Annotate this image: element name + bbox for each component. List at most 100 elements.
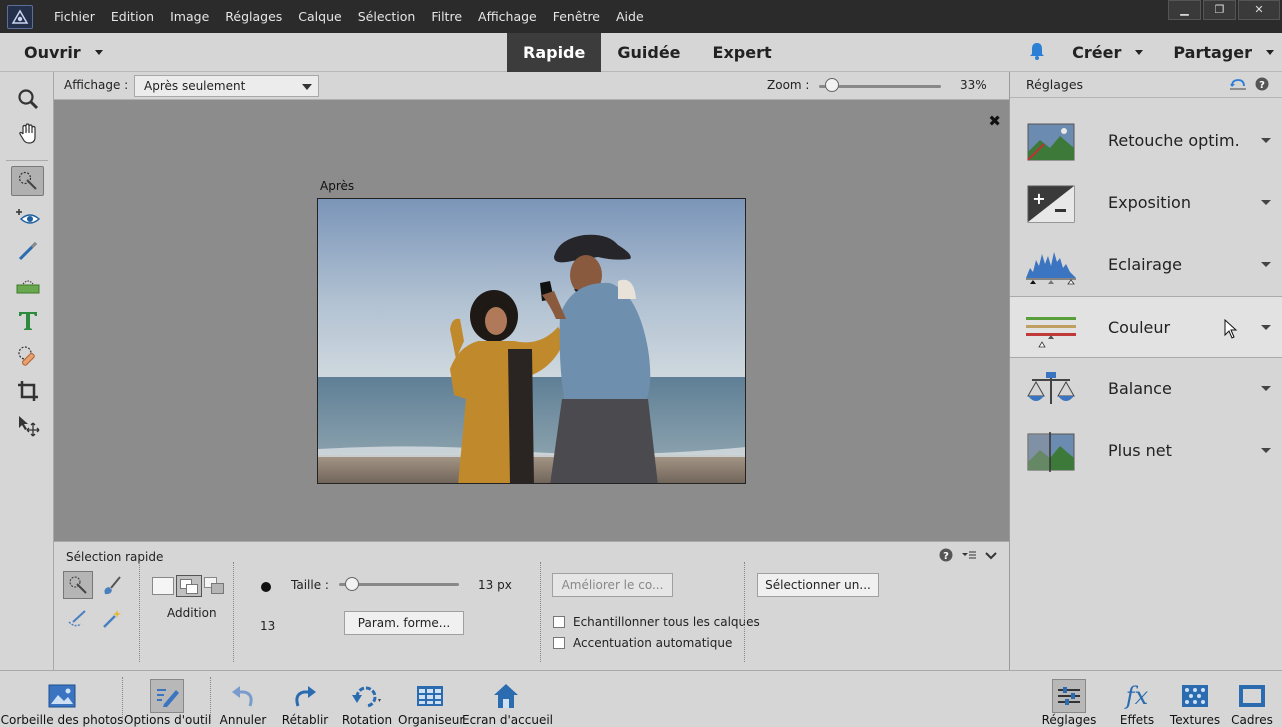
menu-calque[interactable]: Calque [290,9,349,24]
chevron-down-icon[interactable] [985,550,997,564]
effects-label: Effets [1119,713,1155,727]
straighten-icon[interactable] [11,271,44,301]
undo-button[interactable]: Annuler [212,671,274,727]
open-button[interactable]: Ouvrir [24,33,103,72]
menu-fichier[interactable]: Fichier [46,9,103,24]
red-eye-icon[interactable] [11,202,44,232]
adjustment-smart-fix[interactable]: Retouche optim. [1010,110,1282,172]
selection-mode-label: Addition [167,606,217,620]
home-screen-button[interactable]: Ecran d'accueil [462,671,553,727]
sample-all-layers-checkbox[interactable]: Echantillonner tous les calques [553,615,760,629]
checkbox-box[interactable] [553,637,565,649]
adjustment-sharpen[interactable]: Plus net [1010,420,1282,482]
effects-button[interactable]: fx Effets [1108,671,1166,727]
chevron-down-icon [302,84,312,90]
image-label: Après [320,179,355,193]
select-subject-button[interactable]: Sélectionner un... [757,573,879,597]
adjustments-panel-header: Réglages ? [1010,72,1282,98]
canvas-area[interactable]: ✖ Après [54,100,1009,541]
photo-bin-icon [45,679,79,713]
subtract-selection-mode-icon[interactable] [204,577,226,595]
menu-affichage[interactable]: Affichage [470,9,545,24]
undo-label: Annuler [219,713,267,727]
zoom-slider-handle[interactable] [825,78,840,92]
auto-enhance-checkbox[interactable]: Accentuation automatique [553,636,732,650]
menu-aide[interactable]: Aide [608,9,652,24]
adjustment-label: Plus net [1108,441,1172,460]
refine-edge-button[interactable]: Améliorer le co... [552,573,673,597]
checkbox-box[interactable] [553,616,565,628]
menu-selection[interactable]: Sélection [350,9,424,24]
magic-wand-brush-icon[interactable] [63,605,93,633]
adjustment-color[interactable]: Couleur [1010,296,1282,358]
menu-image[interactable]: Image [162,9,217,24]
chevron-down-icon[interactable] [1261,200,1271,205]
selection-brush-tool-icon[interactable] [97,571,127,599]
size-slider-handle[interactable] [345,577,359,591]
magic-wand-icon[interactable] [97,605,127,633]
menu-reglages[interactable]: Réglages [217,9,290,24]
chevron-down-icon[interactable] [1261,386,1271,391]
adjustment-exposure[interactable]: + Exposition [1010,172,1282,234]
move-icon[interactable] [11,411,44,441]
close-window-button[interactable]: ✕ [1238,0,1280,20]
organizer-icon [413,679,447,713]
close-icon[interactable]: ✖ [988,112,1001,130]
bell-icon[interactable] [1028,41,1046,64]
mouse-cursor-icon [1224,318,1238,342]
spot-healing-icon[interactable] [11,341,44,371]
textures-label: Textures [1169,713,1221,727]
chevron-down-icon[interactable] [1261,138,1271,143]
adjustments-button[interactable]: Réglages [1038,671,1100,727]
organizer-button[interactable]: Organiseur [398,671,464,727]
redo-button[interactable]: Rétablir [274,671,336,727]
photo-image[interactable] [317,198,746,484]
frames-button[interactable]: Cadres [1224,671,1280,727]
restore-button[interactable]: ❐ [1203,0,1236,20]
tab-expert[interactable]: Expert [697,33,788,72]
textures-button[interactable]: Textures [1166,671,1224,727]
undo-icon [226,679,260,713]
menu-fenetre[interactable]: Fenêtre [545,9,608,24]
minimize-button[interactable]: ▁ [1168,0,1201,20]
photo-bin-label: Corbeille des photos [0,713,124,727]
chevron-down-icon[interactable] [1261,448,1271,453]
whiten-teeth-icon[interactable] [11,236,44,266]
menu-filtre[interactable]: Filtre [423,9,470,24]
zoom-icon[interactable] [11,84,44,114]
chevron-down-icon[interactable] [1261,262,1271,267]
adjustment-balance[interactable]: Balance [1010,358,1282,420]
text-icon[interactable] [11,306,44,336]
crop-icon[interactable] [11,376,44,406]
tool-bar [0,72,54,670]
adjustment-lighting[interactable]: Eclairage [1010,234,1282,296]
chevron-down-icon[interactable] [1261,325,1271,330]
add-selection-mode-icon[interactable] [176,575,202,597]
menu-edition[interactable]: Edition [103,9,162,24]
tool-options-button[interactable]: Options d'outil [124,671,211,727]
bottom-bar: Corbeille des photos Options d'outil Ann… [0,670,1282,727]
panel-menu-icon[interactable] [961,549,977,564]
help-icon[interactable]: ? [1255,77,1269,94]
help-icon[interactable]: ? [939,548,953,565]
rotate-button[interactable]: Rotation [336,671,398,727]
tab-rapide[interactable]: Rapide [507,33,602,72]
reset-icon[interactable] [1229,77,1247,94]
create-button[interactable]: Créer [1072,43,1144,62]
view-select[interactable]: Après seulement [134,75,319,97]
tab-guidee[interactable]: Guidée [601,33,696,72]
quick-selection-icon[interactable] [11,166,44,196]
share-button[interactable]: Partager [1173,43,1274,62]
rotate-label: Rotation [341,713,393,727]
photo-bin-button[interactable]: Corbeille des photos [0,671,124,727]
new-selection-mode-icon[interactable] [152,577,174,595]
brush-settings-button[interactable]: Param. forme... [344,611,464,635]
home-icon [489,679,523,713]
sharpen-icon [1026,432,1076,472]
size-label: Taille : [291,578,329,592]
brush-dot-icon [261,582,271,592]
tool-options-title: Sélection rapide [66,550,164,564]
hand-icon[interactable] [11,119,44,149]
adjustment-label: Exposition [1108,193,1191,212]
quick-selection-tool-icon[interactable] [63,571,93,599]
